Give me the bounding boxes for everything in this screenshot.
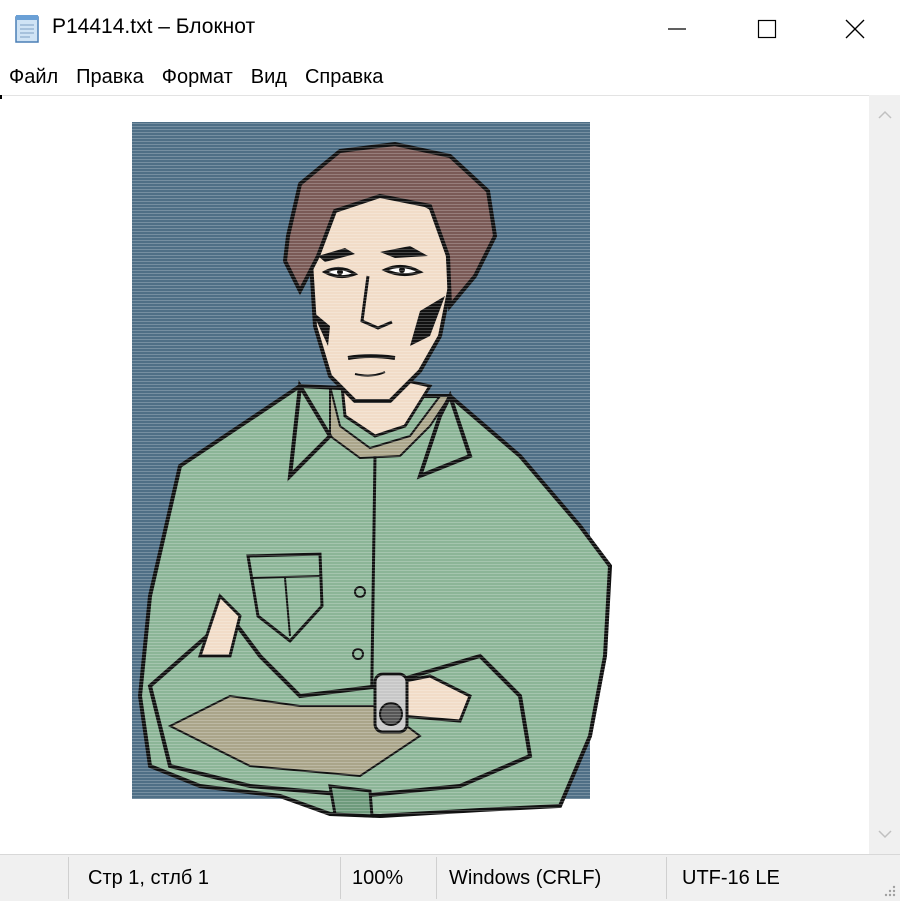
menu-view[interactable]: Вид	[242, 66, 296, 89]
status-encoding: UTF-16 LE	[682, 866, 780, 889]
notepad-icon	[15, 15, 39, 43]
scroll-up-button[interactable]	[869, 103, 900, 127]
window-title: P14414.txt – Блокнот	[52, 15, 256, 38]
vertical-scrollbar[interactable]	[869, 95, 900, 854]
menu-help[interactable]: Справка	[296, 66, 392, 89]
scroll-down-button[interactable]	[869, 822, 900, 846]
title-bar: P14414.txt – Блокнот	[0, 0, 900, 58]
menu-file[interactable]: Файл	[0, 66, 67, 89]
close-button[interactable]	[810, 0, 900, 58]
ascii-art-portrait	[132, 122, 613, 819]
chevron-down-icon	[877, 830, 892, 839]
minimize-icon	[668, 28, 686, 30]
text-editor-area[interactable]	[0, 95, 869, 855]
close-icon	[845, 19, 865, 39]
menu-edit[interactable]: Правка	[67, 66, 153, 89]
maximize-button[interactable]	[722, 0, 812, 58]
status-separator	[68, 857, 69, 899]
status-line-endings: Windows (CRLF)	[449, 866, 602, 889]
status-bar: Стр 1, стлб 1 100% Windows (CRLF) UTF-16…	[0, 854, 900, 901]
status-zoom: 100%	[352, 866, 404, 889]
chevron-up-icon	[877, 110, 892, 119]
resize-grip-icon[interactable]	[882, 883, 896, 897]
status-cursor-position: Стр 1, стлб 1	[88, 866, 210, 889]
menu-format[interactable]: Формат	[153, 66, 242, 89]
text-caret	[0, 95, 2, 99]
minimize-button[interactable]	[632, 0, 722, 58]
menu-bar: Файл Правка Формат Вид Справка	[0, 60, 900, 94]
status-separator	[340, 857, 341, 899]
maximize-icon	[757, 19, 777, 39]
status-separator	[666, 857, 667, 899]
status-separator	[436, 857, 437, 899]
